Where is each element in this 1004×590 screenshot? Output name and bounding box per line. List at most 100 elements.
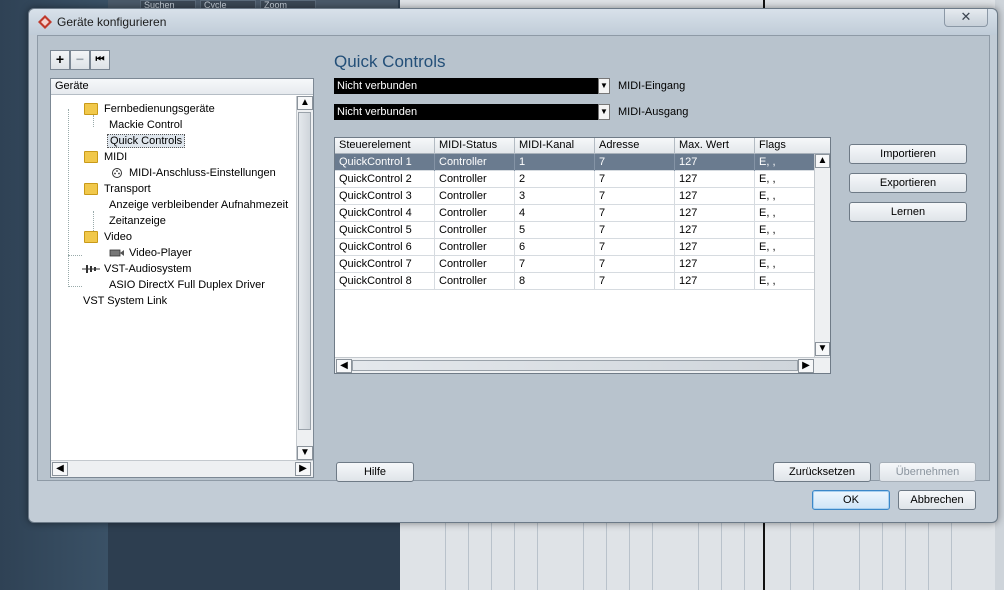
tree-item-midi-anschluss[interactable]: MIDI-Anschluss-Einstellungen <box>129 166 276 180</box>
table-row[interactable]: QuickControl 4 Controller 4 7 127 E, , <box>335 205 815 222</box>
table-cell[interactable]: E, , <box>755 239 815 256</box>
table-cell[interactable]: 7 <box>595 239 675 256</box>
table-cell[interactable]: 7 <box>595 171 675 188</box>
table-cell[interactable]: 7 <box>595 256 675 273</box>
table-row[interactable]: QuickControl 7 Controller 7 7 127 E, , <box>335 256 815 273</box>
table-cell[interactable]: QuickControl 7 <box>335 256 435 273</box>
ok-button[interactable]: OK <box>812 490 890 510</box>
table-cell[interactable]: 127 <box>675 256 755 273</box>
tree-item-fernbedienungsgeraete[interactable]: Fernbedienungsgeräte <box>104 102 215 116</box>
table-cell[interactable]: 7 <box>595 273 675 290</box>
table-cell[interactable]: E, , <box>755 222 815 239</box>
table-cell[interactable]: 127 <box>675 188 755 205</box>
tree-item-vst-system-link[interactable]: VST System Link <box>83 294 167 308</box>
column-header[interactable]: MIDI-Status <box>435 138 515 154</box>
table-horizontal-scrollbar[interactable]: ◀ ▶ <box>335 357 830 373</box>
table-cell[interactable]: 4 <box>515 205 595 222</box>
scroll-right-arrow-icon[interactable]: ▶ <box>798 359 814 373</box>
help-button[interactable]: Hilfe <box>336 462 414 482</box>
table-cell[interactable]: QuickControl 5 <box>335 222 435 239</box>
close-button[interactable]: ✕ <box>944 9 988 27</box>
table-cell[interactable]: QuickControl 8 <box>335 273 435 290</box>
learn-button[interactable]: Lernen <box>849 202 967 222</box>
table-cell[interactable]: Controller <box>435 205 515 222</box>
column-header[interactable]: Steuerelement <box>335 138 435 154</box>
tree-item-vst-audiosystem[interactable]: VST-Audiosystem <box>104 262 191 276</box>
tree-horizontal-scrollbar[interactable]: ◀ ▶ <box>51 460 313 477</box>
midi-input-select[interactable]: Nicht verbunden ▼ <box>334 78 610 94</box>
tree-item-transport[interactable]: Transport <box>104 182 151 196</box>
scroll-left-arrow-icon[interactable]: ◀ <box>52 462 68 476</box>
table-cell[interactable]: QuickControl 2 <box>335 171 435 188</box>
scroll-left-arrow-icon[interactable]: ◀ <box>336 359 352 373</box>
scroll-down-arrow-icon[interactable]: ▼ <box>297 446 313 460</box>
table-cell[interactable]: Controller <box>435 239 515 256</box>
table-cell[interactable]: QuickControl 3 <box>335 188 435 205</box>
tree-item-video[interactable]: Video <box>104 230 132 244</box>
table-cell[interactable]: 127 <box>675 239 755 256</box>
table-cell[interactable]: 7 <box>595 222 675 239</box>
table-row[interactable]: QuickControl 8 Controller 8 7 127 E, , <box>335 273 815 290</box>
table-cell[interactable]: 7 <box>595 205 675 222</box>
table-cell[interactable]: E, , <box>755 188 815 205</box>
table-cell[interactable]: QuickControl 6 <box>335 239 435 256</box>
add-device-button[interactable]: + <box>50 50 70 70</box>
midi-output-select[interactable]: Nicht verbunden ▼ <box>334 104 610 120</box>
table-cell[interactable]: 7 <box>595 188 675 205</box>
tree-item-aufnahmezeit[interactable]: Anzeige verbleibender Aufnahmezeit <box>109 198 288 212</box>
scroll-down-arrow-icon[interactable]: ▼ <box>815 342 830 356</box>
table-cell[interactable]: 2 <box>515 171 595 188</box>
table-cell[interactable]: QuickControl 4 <box>335 205 435 222</box>
tree-item-zeitanzeige[interactable]: Zeitanzeige <box>109 214 166 228</box>
table-cell[interactable]: Controller <box>435 256 515 273</box>
table-cell[interactable]: E, , <box>755 154 815 171</box>
table-row[interactable]: QuickControl 1 Controller 1 7 127 E, , <box>335 154 815 171</box>
table-vertical-scrollbar[interactable]: ▲ ▼ <box>814 154 830 357</box>
cancel-button[interactable]: Abbrechen <box>898 490 976 510</box>
tree-item-quick-controls[interactable]: Quick Controls <box>107 134 186 148</box>
table-row[interactable]: QuickControl 3 Controller 3 7 127 E, , <box>335 188 815 205</box>
table-cell[interactable]: QuickControl 1 <box>335 154 435 171</box>
table-cell[interactable]: 7 <box>515 256 595 273</box>
table-cell[interactable]: 7 <box>595 154 675 171</box>
table-cell[interactable]: Controller <box>435 171 515 188</box>
table-cell[interactable]: E, , <box>755 256 815 273</box>
table-row[interactable]: QuickControl 5 Controller 5 7 127 E, , <box>335 222 815 239</box>
table-cell[interactable]: 127 <box>675 273 755 290</box>
chevron-down-icon[interactable]: ▼ <box>598 78 610 94</box>
scroll-up-arrow-icon[interactable]: ▲ <box>815 154 830 168</box>
apply-button[interactable]: Übernehmen <box>879 462 976 482</box>
scroll-thumb[interactable] <box>352 360 798 371</box>
table-cell[interactable]: 1 <box>515 154 595 171</box>
table-cell[interactable]: 3 <box>515 188 595 205</box>
table-cell[interactable]: 127 <box>675 154 755 171</box>
reset-device-button[interactable]: ⏮ <box>90 50 110 70</box>
table-cell[interactable]: 127 <box>675 171 755 188</box>
tree-item-mackie-control[interactable]: Mackie Control <box>109 118 182 132</box>
column-header[interactable]: Adresse <box>595 138 675 154</box>
table-cell[interactable]: 6 <box>515 239 595 256</box>
import-button[interactable]: Importieren <box>849 144 967 164</box>
scroll-up-arrow-icon[interactable]: ▲ <box>297 96 313 110</box>
chevron-down-icon[interactable]: ▼ <box>598 104 610 120</box>
remove-device-button[interactable]: − <box>70 50 90 70</box>
table-cell[interactable]: Controller <box>435 154 515 171</box>
table-cell[interactable]: E, , <box>755 171 815 188</box>
table-cell[interactable]: E, , <box>755 205 815 222</box>
column-header[interactable]: MIDI-Kanal <box>515 138 595 154</box>
column-header[interactable]: Max. Wert <box>675 138 755 154</box>
table-cell[interactable]: 127 <box>675 205 755 222</box>
scroll-right-arrow-icon[interactable]: ▶ <box>295 462 311 476</box>
tree-item-video-player[interactable]: Video-Player <box>129 246 192 260</box>
reset-button[interactable]: Zurücksetzen <box>773 462 871 482</box>
table-cell[interactable]: 127 <box>675 222 755 239</box>
scroll-thumb[interactable] <box>298 112 311 430</box>
table-cell[interactable]: 5 <box>515 222 595 239</box>
table-cell[interactable]: Controller <box>435 273 515 290</box>
table-cell[interactable]: E, , <box>755 273 815 290</box>
tree-item-midi[interactable]: MIDI <box>104 150 127 164</box>
tree-vertical-scrollbar[interactable]: ▲ ▼ <box>296 96 313 460</box>
table-cell[interactable]: Controller <box>435 188 515 205</box>
table-row[interactable]: QuickControl 2 Controller 2 7 127 E, , <box>335 171 815 188</box>
export-button[interactable]: Exportieren <box>849 173 967 193</box>
